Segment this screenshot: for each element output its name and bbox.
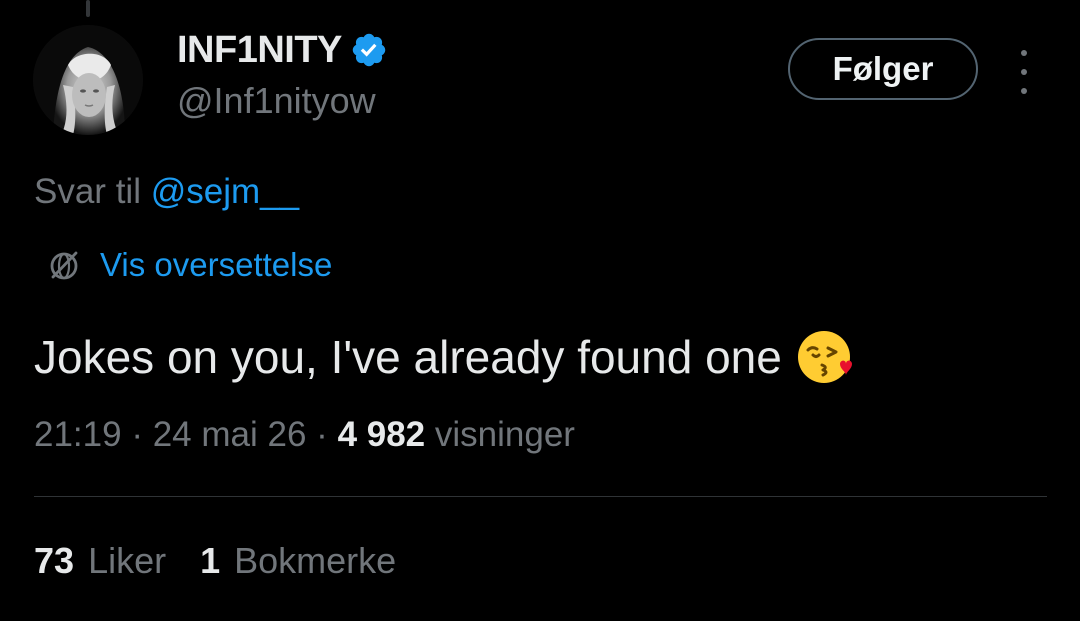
reply-to-line: Svar til @sejm__ xyxy=(34,172,299,212)
tweet-text: Jokes on you, I've already found one xyxy=(34,331,782,383)
following-button[interactable]: Følger xyxy=(788,38,978,100)
author-name-row: INF1NITY xyxy=(177,26,388,74)
meta-separator: · xyxy=(131,415,143,454)
tweet-time[interactable]: 21:19 xyxy=(34,415,122,454)
avatar[interactable] xyxy=(33,25,143,135)
more-dot xyxy=(1021,50,1027,56)
tweet-body: Jokes on you, I've already found one xyxy=(34,328,854,386)
views-label: visninger xyxy=(434,415,575,454)
engagement-stats: 73 Liker 1 Bokmerke xyxy=(34,540,430,582)
more-dot xyxy=(1021,69,1027,75)
more-options-icon[interactable] xyxy=(1010,50,1038,94)
views-count: 4 982 xyxy=(337,415,426,454)
meta-separator: · xyxy=(316,415,328,454)
show-translation-link[interactable]: Vis oversettelse xyxy=(100,246,332,284)
more-dot xyxy=(1021,88,1027,94)
kissing-face-emoji-icon xyxy=(796,328,854,386)
tweet-meta: 21:19 · 24 mai 26 · 4 982 visninger xyxy=(34,415,575,455)
verified-badge-icon[interactable] xyxy=(350,31,388,69)
divider xyxy=(34,496,1047,497)
likes-count: 73 xyxy=(34,540,75,581)
globe-icon xyxy=(46,247,82,283)
reply-to-prefix: Svar til xyxy=(34,172,141,211)
tweet-date[interactable]: 24 mai 26 xyxy=(153,415,307,454)
author-handle[interactable]: @Inf1nityow xyxy=(177,80,376,122)
likes-stat[interactable]: 73 Liker xyxy=(34,540,166,582)
likes-label: Liker xyxy=(88,540,167,581)
bookmarks-count: 1 xyxy=(200,540,221,581)
thread-connector-line xyxy=(86,0,90,17)
author-display-name[interactable]: INF1NITY xyxy=(177,29,342,72)
translate-row[interactable]: Vis oversettelse xyxy=(46,244,332,286)
reply-mention-link[interactable]: @sejm__ xyxy=(151,172,299,211)
bookmarks-label: Bokmerke xyxy=(234,540,397,581)
bookmarks-stat[interactable]: 1 Bokmerke xyxy=(200,540,396,582)
avatar-image xyxy=(33,25,143,135)
